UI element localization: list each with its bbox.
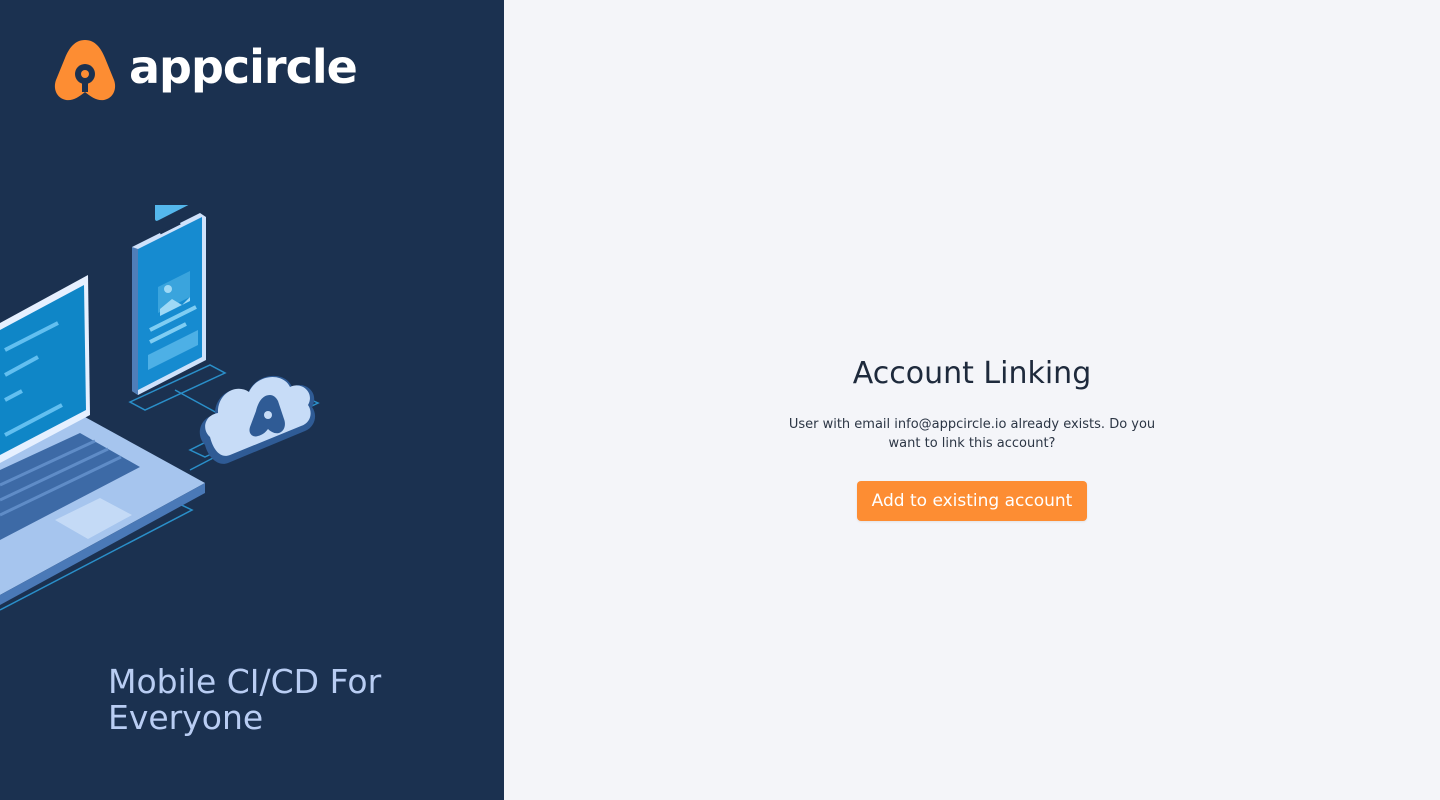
add-to-existing-account-button[interactable]: Add to existing account [856,481,1088,521]
account-linking-card: Account Linking User with email info@app… [504,355,1440,521]
page-title: Account Linking [852,356,1092,391]
account-linking-panel: Account Linking User with email info@app… [504,0,1440,800]
brand-name: appcircle [129,40,358,94]
phone [132,205,206,395]
appcircle-logo-icon [54,40,116,101]
cloud [199,375,316,464]
page: appcircle Mobile CI/CD For Everyone Acco… [0,0,1440,800]
account-exists-message: User with email info@appcircle.io alread… [788,417,1156,451]
brand-panel: appcircle Mobile CI/CD For Everyone [0,0,504,800]
brand-tagline: Mobile CI/CD For Everyone [108,662,382,737]
brand-logo: appcircle [53,38,358,102]
devices-illustration [0,205,320,611]
